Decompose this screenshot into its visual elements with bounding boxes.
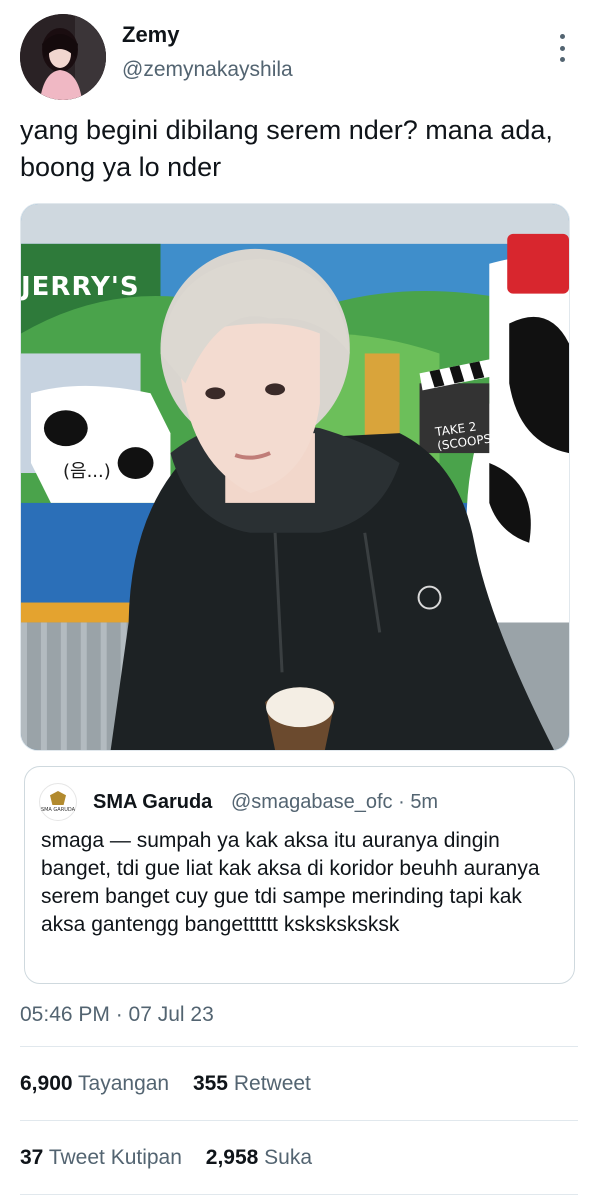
- quoted-meta: @smagabase_ofc · 5m: [231, 791, 438, 814]
- retweets-stat[interactable]: 355 Retweet: [193, 1072, 311, 1096]
- tweet-header: Zemy @zemynakayshila: [20, 14, 580, 100]
- avatar-image: [20, 14, 106, 100]
- stats-row-quotes-likes: 37 Tweet Kutipan 2,958 Suka: [20, 1146, 330, 1170]
- divider: [20, 1046, 578, 1047]
- quoted-tweet-text: smaga — sumpah ya kak aksa itu auranya d…: [41, 829, 540, 936]
- tweet-timestamp[interactable]: 05:46 PM · 07 Jul 23: [20, 1003, 214, 1027]
- quoted-author-name[interactable]: SMA Garuda: [93, 791, 212, 814]
- quoted-avatar-text: SMA GARUDA: [40, 807, 76, 813]
- quoted-tweet-card[interactable]: SMA GARUDA SMA Garuda @smagabase_ofc · 5…: [24, 766, 575, 984]
- likes-stat[interactable]: 2,958 Suka: [206, 1146, 312, 1170]
- likes-label: Suka: [264, 1146, 313, 1169]
- views-stat[interactable]: 6,900 Tayangan: [20, 1072, 169, 1096]
- quoted-separator: ·: [398, 791, 405, 813]
- quotes-label: Tweet Kutipan: [48, 1146, 182, 1169]
- stats-row-views-retweets: 6,900 Tayangan 355 Retweet: [20, 1072, 329, 1096]
- garuda-crest-icon: [50, 791, 66, 805]
- divider: [20, 1194, 578, 1195]
- likes-count: 2,958: [205, 1146, 259, 1169]
- views-label: Tayangan: [78, 1072, 170, 1095]
- photo-sticker-text: (음...): [63, 461, 111, 482]
- divider: [20, 1120, 578, 1121]
- photo-sign-text: JERRY'S: [21, 272, 140, 302]
- quoted-age[interactable]: 5m: [410, 791, 438, 813]
- tweet-photo[interactable]: JERRY'S (음...) TAKE 2 (SCOOPS): [20, 203, 570, 751]
- tweet-text: yang begini dibilang serem nder? mana ad…: [20, 115, 553, 182]
- author-avatar[interactable]: [20, 14, 106, 100]
- quoted-author-handle[interactable]: @smagabase_ofc: [231, 791, 393, 813]
- author-handle[interactable]: @zemynakayshila: [122, 58, 293, 82]
- more-options-icon[interactable]: [550, 32, 574, 64]
- views-count: 6,900: [20, 1072, 73, 1095]
- author-name[interactable]: Zemy: [122, 22, 179, 48]
- retweets-count: 355: [192, 1072, 228, 1095]
- quoted-avatar[interactable]: SMA GARUDA: [39, 783, 77, 821]
- quotes-stat[interactable]: 37 Tweet Kutipan: [20, 1146, 182, 1170]
- retweets-label: Retweet: [233, 1072, 311, 1095]
- quotes-count: 37: [20, 1146, 44, 1169]
